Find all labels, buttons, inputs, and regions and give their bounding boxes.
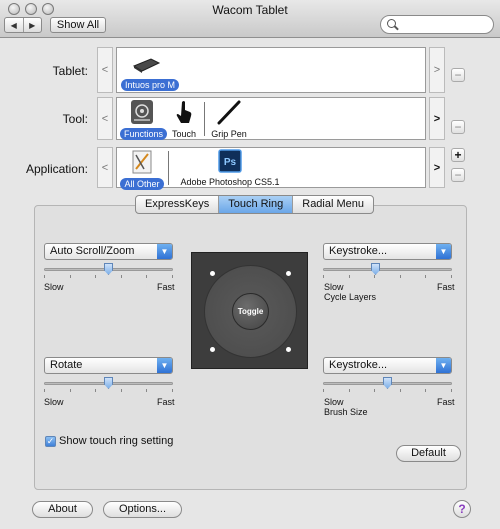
nav-buttons: ◀ ▶ [4,17,42,33]
tablet-item-label: Intuos pro M [121,79,180,91]
fast-label: Fast [157,397,175,407]
app-item-photoshop[interactable]: Ps Adobe Photoshop CS5.1 [175,149,285,188]
show-ring-setting-label: Show touch ring setting [59,435,174,447]
tool-item-label: Touch [171,129,197,139]
function-caption: Brush Size [324,407,368,417]
tab-radial-menu[interactable]: Radial Menu [293,196,373,213]
speed-slider-4[interactable] [323,377,452,392]
tool-item-label: Functions [120,128,168,140]
slow-label: Slow [324,282,344,292]
select-value: Rotate [50,359,83,371]
tool-item-grip-pen[interactable]: Grip Pen [209,99,249,140]
ring-led-icon [210,271,215,276]
tool-item-touch[interactable]: Touch [169,99,199,140]
tablet-scroll-left[interactable]: < [97,47,113,93]
tablet-item-intuos[interactable]: Intuos pro M [121,50,180,91]
about-button[interactable]: About [32,501,93,518]
slider-thumb[interactable] [383,377,392,389]
slow-label: Slow [324,397,344,407]
ring-function-3-select[interactable]: Rotate ▼ [44,357,173,374]
app-item-label: Adobe Photoshop CS5.1 [180,177,280,187]
search-field[interactable] [380,15,494,34]
show-all-button[interactable]: Show All [50,17,106,33]
speed-slider-3[interactable] [44,377,173,392]
tab-bar: ExpressKeys Touch Ring Radial Menu [135,195,375,214]
select-value: Auto Scroll/Zoom [50,245,135,257]
slider-thumb[interactable] [371,263,380,275]
app-item-label: All Other [120,178,164,190]
select-value: Keystroke... [329,359,388,371]
tool-item-label: Grip Pen [211,129,247,139]
pen-icon [217,100,241,125]
photoshop-icon: Ps [218,149,242,173]
forward-button[interactable]: ▶ [22,18,42,32]
app-item-all-other[interactable]: All Other [120,149,164,190]
search-icon [387,19,396,28]
remove-application-button[interactable]: − [451,168,465,182]
tablet-icon [132,58,161,73]
applications-icon [132,150,152,174]
select-value: Keystroke... [329,245,388,257]
ring-led-icon [210,347,215,352]
functions-icon [131,100,153,124]
svg-text:Ps: Ps [224,157,237,168]
tool-scroll-right[interactable]: > [429,97,445,140]
chevron-down-icon: ▼ [157,358,172,373]
tool-scroll-left[interactable]: < [97,97,113,140]
slow-label: Slow [44,282,64,292]
function-caption: Cycle Layers [324,292,377,302]
application-list: All Other Ps Adobe Photoshop CS5.1 [116,147,426,190]
options-button[interactable]: Options... [103,501,182,518]
chevron-down-icon: ▼ [436,358,451,373]
tab-expresskeys[interactable]: ExpressKeys [136,196,220,213]
default-button[interactable]: Default [396,445,461,462]
add-application-button[interactable]: + [451,148,465,162]
slider-ticks [44,389,173,392]
application-label: Application: [25,162,88,176]
touch-ring-diagram: Toggle [191,252,308,369]
show-ring-setting-checkbox[interactable]: ✓ [45,436,56,447]
tab-touch-ring[interactable]: Touch Ring [219,196,294,213]
chevron-down-icon: ▼ [436,244,451,259]
remove-tablet-button[interactable]: − [451,68,465,82]
slow-label: Slow [44,397,64,407]
remove-tool-button[interactable]: − [451,120,465,134]
ring-function-1-select[interactable]: Auto Scroll/Zoom ▼ [44,243,173,260]
fast-label: Fast [157,282,175,292]
application-scroll-left[interactable]: < [97,147,113,188]
tablet-label: Tablet: [52,64,88,78]
speed-slider-2[interactable] [323,263,452,278]
application-scroll-right[interactable]: > [429,147,445,188]
tool-label: Tool: [62,112,88,126]
back-button[interactable]: ◀ [5,18,23,32]
speed-slider-1[interactable] [44,263,173,278]
ring-led-icon [286,271,291,276]
divider [204,102,205,136]
toggle-button[interactable]: Toggle [232,293,269,330]
ring-led-icon [286,347,291,352]
tool-item-functions[interactable]: Functions [120,99,168,140]
slider-ticks [323,389,452,392]
slider-track [323,268,452,271]
touch-hand-icon [176,101,192,123]
ring-function-2-select[interactable]: Keystroke... ▼ [323,243,452,260]
help-button[interactable]: ? [453,500,471,518]
slider-thumb[interactable] [104,377,113,389]
slider-thumb[interactable] [104,263,113,275]
tablet-list: Intuos pro M [116,47,426,93]
fast-label: Fast [437,282,455,292]
slider-ticks [323,275,452,278]
fast-label: Fast [437,397,455,407]
chevron-down-icon: ▼ [157,244,172,259]
tablet-scroll-right[interactable]: > [429,47,445,93]
ring-function-4-select[interactable]: Keystroke... ▼ [323,357,452,374]
tool-list: Functions Touch Grip Pen [116,97,426,140]
slider-ticks [44,275,173,278]
divider [168,151,169,185]
title-bar: Wacom Tablet ◀ ▶ Show All [0,0,500,38]
